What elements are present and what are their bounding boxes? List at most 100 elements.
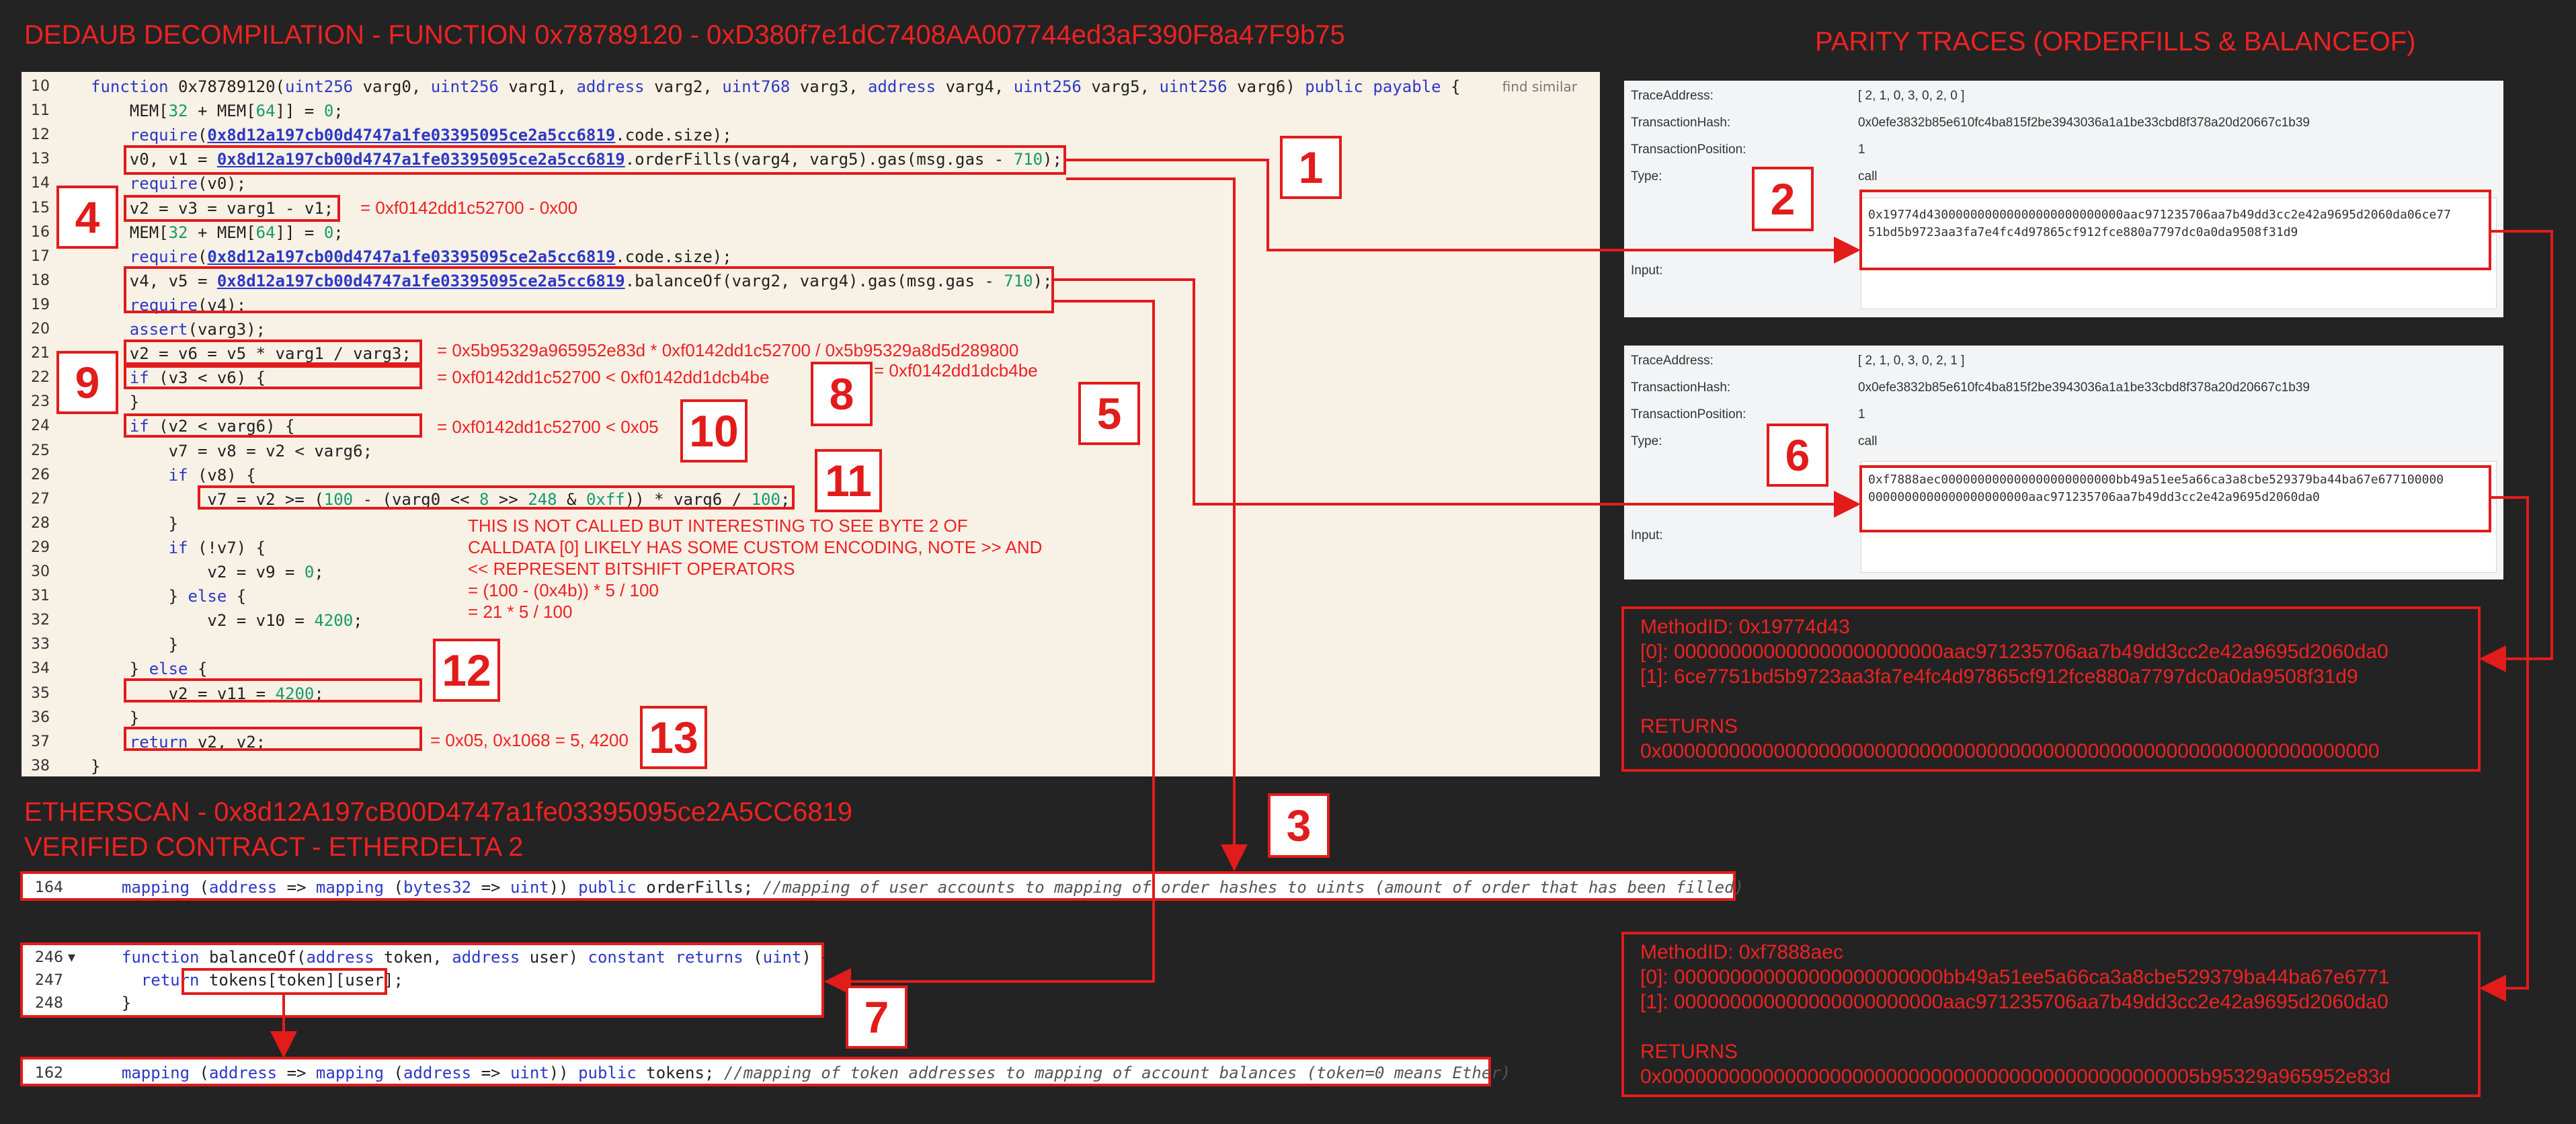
type-value: call bbox=[1858, 169, 1878, 184]
number-badge-11: 11 bbox=[815, 449, 882, 512]
line-number: 26 bbox=[31, 466, 50, 483]
code-text: } else { bbox=[91, 659, 208, 679]
code-text: } else { bbox=[91, 587, 247, 606]
etherscan-balanceof-snippet: 246 ▾ function balanceOf(address token, … bbox=[20, 942, 831, 1018]
code-text: if (!v7) { bbox=[168, 538, 266, 557]
highlight-orderfills-call bbox=[124, 145, 1066, 175]
line-number: 34 bbox=[31, 660, 50, 678]
code-line: 26 if (v8) { bbox=[22, 463, 1600, 487]
code-text: } bbox=[91, 756, 101, 776]
tx-hash-value: 0x0efe3832b85e610fc4ba815f2be3943036a1a1… bbox=[1858, 116, 2310, 130]
line-number: 31 bbox=[31, 588, 50, 605]
code-text: MEM[32 + MEM[64]] = 0; bbox=[91, 223, 344, 242]
number-badge-9: 9 bbox=[56, 351, 118, 414]
highlight-line-21 bbox=[124, 339, 422, 365]
line-number: 18 bbox=[31, 272, 50, 289]
code-line: 17 require(0x8d12a197cb00d4747a1fe033950… bbox=[22, 245, 1600, 269]
highlight-trace-input-1 bbox=[1859, 190, 2491, 270]
number-badge-1: 1 bbox=[1280, 136, 1342, 199]
line-number: 12 bbox=[31, 126, 50, 144]
highlight-line-37 bbox=[124, 727, 422, 751]
number-badge-6: 6 bbox=[1767, 424, 1828, 487]
number-badge-10: 10 bbox=[680, 399, 748, 463]
number-badge-7: 7 bbox=[846, 986, 908, 1049]
code-line: 12 require(0x8d12a197cb00d4747a1fe033950… bbox=[22, 123, 1600, 147]
line-number: 25 bbox=[31, 442, 50, 459]
line-number: 11 bbox=[31, 102, 50, 120]
tx-hash-value: 0x0efe3832b85e610fc4ba815f2be3943036a1a1… bbox=[1858, 380, 2310, 395]
line-number: 20 bbox=[31, 321, 50, 337]
annotation-line-24: = 0xf0142dd1c52700 < 0x05 bbox=[437, 417, 659, 437]
highlight-line-27 bbox=[198, 485, 795, 510]
line-number: 29 bbox=[31, 538, 50, 556]
dedaub-title: DEDAUB DECOMPILATION - FUNCTION 0x787891… bbox=[24, 20, 1345, 50]
code-text: v2 = v10 = 4200; bbox=[91, 611, 363, 631]
code-line: 16 MEM[32 + MEM[64]] = 0; bbox=[22, 220, 1600, 245]
number-badge-8: 8 bbox=[811, 362, 873, 426]
annotation-line-37: = 0x05, 0x1068 = 5, 4200 bbox=[430, 730, 629, 750]
code-line: 33 } bbox=[22, 633, 1600, 657]
line-number: 30 bbox=[31, 563, 50, 580]
annotation-byte-note: THIS IS NOT CALLED BUT INTERESTING TO SE… bbox=[468, 516, 1043, 622]
line-number: 24 bbox=[31, 417, 50, 435]
code-text: v2 = v9 = 0; bbox=[91, 563, 324, 581]
trace-panel-balanceof: TraceAddress: [ 2, 1, 0, 3, 0, 2, 1 ] Tr… bbox=[1624, 346, 2503, 579]
line-number: 27 bbox=[31, 490, 50, 508]
tx-position-value: 1 bbox=[1858, 143, 1865, 157]
code-line: 11 MEM[32 + MEM[64]] = 0; bbox=[22, 99, 1600, 123]
line-number: 13 bbox=[31, 151, 50, 168]
number-badge-13: 13 bbox=[640, 706, 707, 769]
code-text: assert(varg3); bbox=[129, 320, 266, 339]
line-number: 38 bbox=[31, 757, 50, 774]
number-badge-5: 5 bbox=[1078, 382, 1140, 445]
highlight-v2-v3 bbox=[124, 195, 340, 222]
code-text: } bbox=[91, 514, 179, 533]
highlight-line-24 bbox=[124, 413, 422, 438]
annotation-line-15: = 0xf0142dd1c52700 - 0x00 bbox=[360, 198, 578, 218]
parity-title: PARITY TRACES (ORDERFILLS & BALANCEOF) bbox=[1815, 27, 2416, 56]
annotation-line-21: = 0x5b95329a965952e83d * 0xf0142dd1c5270… bbox=[437, 340, 1019, 360]
code-text: } bbox=[91, 635, 179, 655]
highlight-line-35 bbox=[124, 678, 422, 702]
code-line: 14 require(v0); bbox=[22, 171, 1600, 196]
highlight-balanceof-call bbox=[124, 266, 1054, 313]
trace-address-value: [ 2, 1, 0, 3, 0, 2, 1 ] bbox=[1858, 354, 1965, 368]
etherscan-tokens-line: 162 mapping (address => mapping (address… bbox=[20, 1057, 1511, 1086]
line-number: 32 bbox=[31, 612, 50, 629]
number-badge-2: 2 bbox=[1752, 167, 1814, 231]
decoded-balanceof: MethodID: 0xf7888aec [0]: 000000000000000… bbox=[1621, 932, 2481, 1097]
line-number: 19 bbox=[31, 296, 50, 313]
code-line: 20 assert(varg3); bbox=[22, 317, 1600, 342]
line-number: 37 bbox=[31, 733, 50, 750]
etherscan-orderfills-line: 164 mapping (address => mapping (bytes32… bbox=[20, 871, 1744, 901]
number-badge-4: 4 bbox=[56, 186, 118, 249]
decoded-orderfills: MethodID: 0x19774d43 [0]: 000000000000000… bbox=[1621, 606, 2481, 772]
line-number: 10 bbox=[31, 78, 50, 95]
code-text: function 0x78789120(uint256 varg0, uint2… bbox=[91, 77, 1461, 96]
code-line: 38} bbox=[22, 754, 1600, 778]
line-number: 33 bbox=[31, 636, 50, 653]
tx-position-value: 1 bbox=[1858, 407, 1865, 422]
etherscan-title: ETHERSCAN - 0x8d12A197cB00D4747a1fe03395… bbox=[24, 797, 852, 827]
code-line: 34 } else { bbox=[22, 657, 1600, 681]
type-value: call bbox=[1858, 434, 1878, 448]
code-text: MEM[32 + MEM[64]] = 0; bbox=[91, 102, 344, 121]
code-text: require(0x8d12a197cb00d4747a1fe03395095c… bbox=[129, 126, 732, 145]
number-badge-12: 12 bbox=[433, 639, 500, 702]
code-text: v7 = v8 = v2 < varg6; bbox=[91, 441, 373, 460]
code-text: require(0x8d12a197cb00d4747a1fe03395095c… bbox=[129, 247, 732, 266]
highlight-tokens-lookup bbox=[182, 968, 387, 995]
highlight-line-22 bbox=[124, 365, 422, 389]
verified-contract-title: VERIFIED CONTRACT - ETHERDELTA 2 bbox=[24, 832, 524, 862]
highlight-trace-input-2 bbox=[1859, 465, 2491, 532]
find-similar-link[interactable]: find similar bbox=[1502, 75, 1577, 99]
trace-address-value: [ 2, 1, 0, 3, 0, 2, 0 ] bbox=[1858, 89, 1965, 103]
code-line: 10 function 0x78789120(uint256 varg0, uin… bbox=[22, 75, 1600, 99]
line-number: 35 bbox=[31, 684, 50, 702]
number-badge-3: 3 bbox=[1268, 793, 1330, 858]
annotation-line-22: = 0xf0142dd1c52700 < 0xf0142dd1dcb4be bbox=[437, 367, 770, 387]
code-text: if (v8) { bbox=[168, 465, 256, 485]
line-number: 36 bbox=[31, 709, 50, 726]
line-number: 28 bbox=[31, 514, 50, 532]
annotation-v6-value: = 0xf0142dd1dcb4be bbox=[874, 360, 1038, 380]
